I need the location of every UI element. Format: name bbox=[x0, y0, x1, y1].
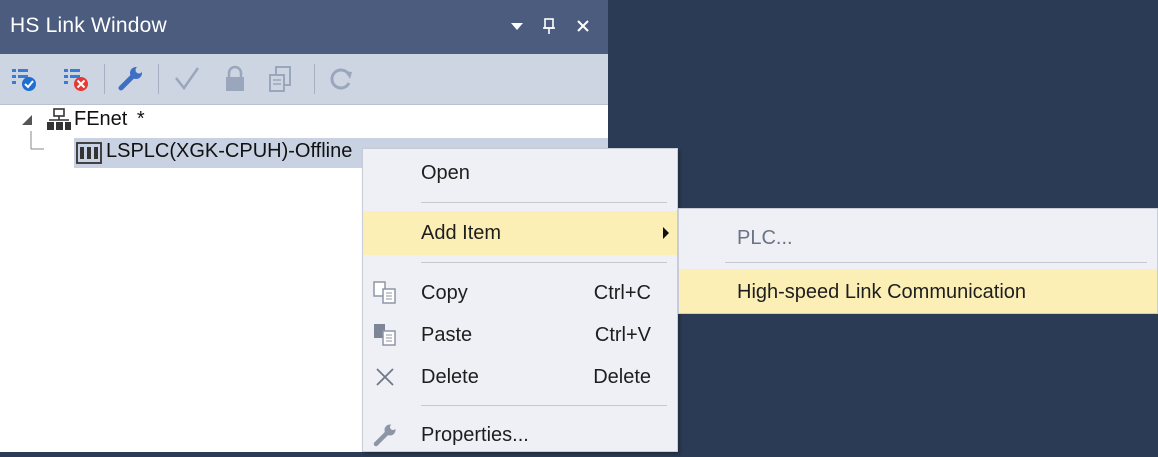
tree-node-label: FEnet bbox=[74, 108, 128, 130]
dropdown-icon[interactable] bbox=[504, 12, 530, 40]
refresh-icon[interactable] bbox=[326, 65, 356, 93]
menu-item-label: Properties... bbox=[421, 424, 529, 446]
menu-item-label: Delete bbox=[421, 366, 479, 388]
window-titlebar: HS Link Window bbox=[0, 0, 608, 54]
menu-item-delete[interactable]: Delete Delete bbox=[363, 355, 677, 399]
expand-toggle-icon[interactable] bbox=[20, 113, 34, 127]
tree-node-label: LSPLC(XGK-CPUH)-Offline bbox=[106, 140, 353, 162]
submenu-arrow-icon bbox=[663, 227, 669, 239]
wrench-icon[interactable] bbox=[116, 65, 146, 93]
modified-marker: * bbox=[136, 108, 145, 130]
pin-icon[interactable] bbox=[536, 12, 562, 40]
shortcut-label: Delete bbox=[593, 366, 651, 388]
connect-icon[interactable] bbox=[10, 65, 40, 93]
tree-connector bbox=[30, 131, 70, 155]
menu-item-copy[interactable]: Copy Ctrl+C bbox=[363, 271, 677, 315]
network-icon bbox=[46, 108, 72, 132]
menu-item-label: Open bbox=[421, 162, 470, 184]
menu-item-open[interactable]: Open bbox=[363, 151, 677, 195]
menu-item-label: Copy bbox=[421, 282, 468, 304]
copy-icon bbox=[371, 280, 399, 306]
plc-icon bbox=[76, 141, 102, 165]
context-menu: Open Add Item Copy Ctrl+C Paste Ctrl+V D… bbox=[362, 148, 678, 452]
menu-item-paste[interactable]: Paste Ctrl+V bbox=[363, 313, 677, 357]
paste-icon bbox=[371, 322, 399, 348]
menu-item-label: PLC... bbox=[737, 227, 793, 249]
window-title: HS Link Window bbox=[10, 14, 167, 37]
menu-separator bbox=[421, 262, 667, 263]
submenu-item-hs-link[interactable]: High-speed Link Communication bbox=[679, 269, 1157, 313]
menu-item-add-item[interactable]: Add Item bbox=[363, 211, 677, 255]
lock-icon[interactable] bbox=[220, 65, 250, 93]
tree-node-plc[interactable]: LSPLC(XGK-CPUH)-Offline bbox=[106, 140, 352, 163]
check-icon[interactable] bbox=[172, 65, 202, 93]
wrench-icon bbox=[371, 422, 399, 448]
menu-item-label: High-speed Link Communication bbox=[737, 281, 1027, 303]
menu-separator bbox=[421, 202, 667, 203]
menu-separator bbox=[421, 405, 667, 406]
close-icon[interactable] bbox=[570, 12, 596, 40]
submenu-item-plc[interactable]: PLC... bbox=[679, 215, 1157, 259]
tree-node-fenet[interactable]: FEnet * bbox=[74, 108, 145, 131]
delete-icon bbox=[371, 364, 399, 390]
shortcut-label: Ctrl+C bbox=[593, 282, 651, 304]
menu-item-label: Add Item bbox=[421, 222, 502, 244]
menu-item-properties[interactable]: Properties... bbox=[363, 413, 677, 457]
disconnect-icon[interactable] bbox=[62, 65, 92, 93]
shortcut-label: Ctrl+V bbox=[594, 324, 651, 346]
toolbar bbox=[0, 54, 608, 105]
menu-separator bbox=[725, 262, 1147, 263]
export-icon[interactable] bbox=[266, 65, 296, 93]
add-item-submenu: PLC... High-speed Link Communication bbox=[678, 208, 1158, 314]
menu-item-label: Paste bbox=[421, 324, 473, 346]
